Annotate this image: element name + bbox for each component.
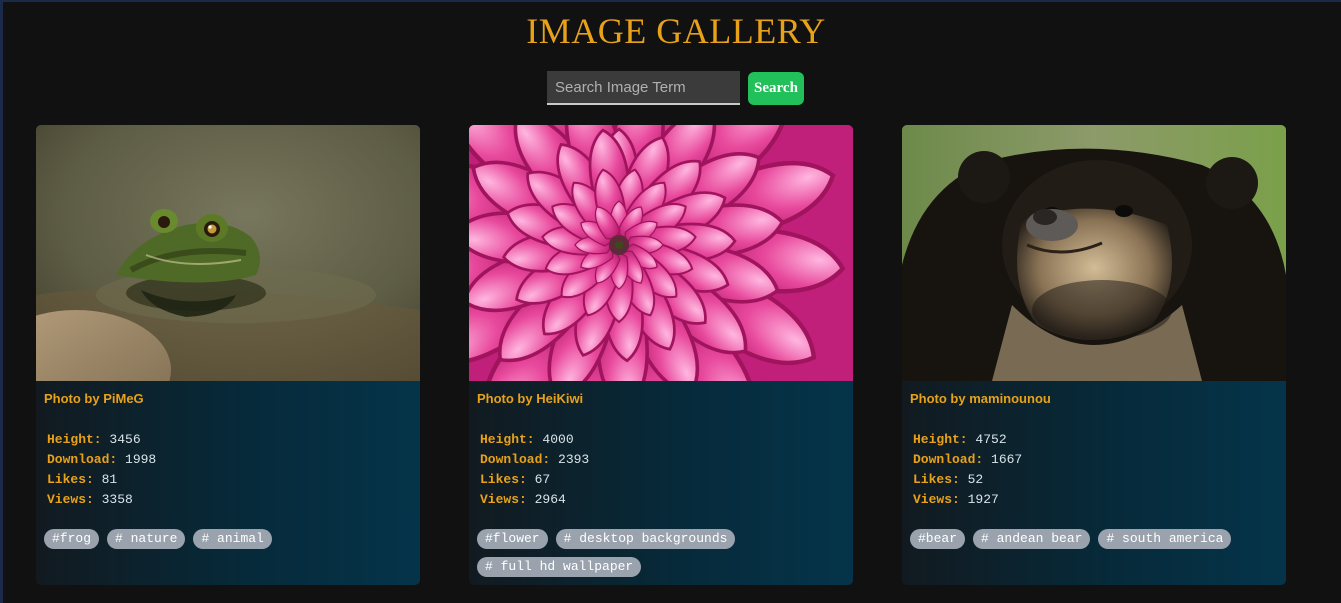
page-title: IMAGE GALLERY — [526, 11, 826, 51]
image-stats: Height: 3456 Download: 1998 Likes: 81 Vi… — [47, 430, 156, 510]
stat-height: Height: 3456 — [47, 432, 141, 447]
search-input[interactable] — [547, 71, 740, 105]
image-card: Photo by HeiKiwi Height: 4000 Download: … — [469, 125, 853, 585]
tag-list: #bear # andean bear # south america — [910, 529, 1280, 549]
flower-petals — [469, 125, 846, 381]
stat-height: Height: 4000 — [480, 432, 574, 447]
tag-badge[interactable]: # animal — [193, 529, 272, 549]
stat-downloads: Download: 2393 — [480, 452, 590, 467]
tag-badge[interactable]: # south america — [1098, 529, 1232, 549]
image-stats: Height: 4000 Download: 2393 Likes: 67 Vi… — [480, 430, 589, 510]
stat-views: Views: 1927 — [913, 492, 999, 507]
stat-downloads: Download: 1667 — [913, 452, 1023, 467]
tag-badge[interactable]: #bear — [910, 529, 966, 549]
flower-photo[interactable] — [469, 125, 853, 381]
image-stats: Height: 4752 Download: 1667 Likes: 52 Vi… — [913, 430, 1022, 510]
image-card: Photo by PiMeG Height: 3456 Download: 19… — [36, 125, 420, 585]
photographer-credit[interactable]: Photo by HeiKiwi — [477, 391, 583, 406]
search-bar: Search — [547, 71, 804, 105]
stat-views: Views: 2964 — [480, 492, 566, 507]
photographer-credit[interactable]: Photo by maminounou — [910, 391, 1051, 406]
image-card: Photo by maminounou Height: 4752 Downloa… — [902, 125, 1286, 585]
frog-photo[interactable] — [36, 125, 420, 381]
tag-badge[interactable]: # nature — [107, 529, 186, 549]
tag-badge[interactable]: #frog — [44, 529, 100, 549]
stat-height: Height: 4752 — [913, 432, 1007, 447]
tag-badge[interactable]: # andean bear — [973, 529, 1091, 549]
stat-likes: Likes: 52 — [913, 472, 984, 487]
tag-list: #frog # nature # animal — [44, 529, 414, 549]
tag-badge[interactable]: # full hd wallpaper — [477, 557, 642, 577]
tag-badge[interactable]: # desktop backgrounds — [555, 529, 736, 549]
stat-likes: Likes: 67 — [480, 472, 551, 487]
stat-downloads: Download: 1998 — [47, 452, 157, 467]
tag-badge[interactable]: #flower — [477, 529, 548, 549]
stat-likes: Likes: 81 — [47, 472, 118, 487]
tag-list: #flower # desktop backgrounds # full hd … — [477, 529, 847, 577]
bear-photo[interactable] — [902, 125, 1286, 381]
photographer-credit[interactable]: Photo by PiMeG — [44, 391, 144, 406]
stat-views: Views: 3358 — [47, 492, 133, 507]
search-button[interactable]: Search — [748, 71, 804, 105]
